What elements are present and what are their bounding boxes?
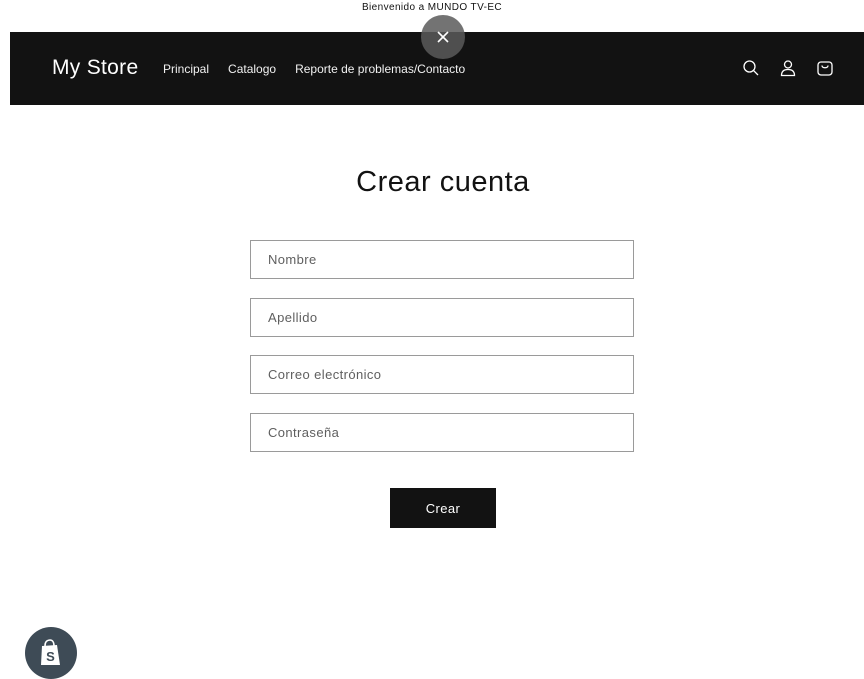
account-icon[interactable] xyxy=(778,58,798,78)
password-field[interactable] xyxy=(250,413,634,452)
cart-icon[interactable] xyxy=(815,58,835,78)
password-input[interactable] xyxy=(251,414,633,451)
shopify-badge[interactable]: S xyxy=(25,627,77,679)
announcement-text: Bienvenido a MUNDO TV-EC xyxy=(361,2,503,13)
first-name-field[interactable] xyxy=(250,240,634,279)
first-name-input[interactable] xyxy=(251,241,633,278)
page-title: Crear cuenta xyxy=(356,166,530,198)
store-logo[interactable]: My Store xyxy=(52,56,138,80)
last-name-input[interactable] xyxy=(251,299,633,336)
email-input[interactable] xyxy=(251,356,633,393)
close-icon xyxy=(437,31,449,43)
nav-item-catalogo[interactable]: Catalogo xyxy=(228,62,276,76)
search-icon[interactable] xyxy=(741,58,761,78)
close-button[interactable] xyxy=(421,15,465,59)
header-icons xyxy=(741,58,835,78)
create-account-button[interactable]: Crear xyxy=(390,488,496,528)
last-name-field[interactable] xyxy=(250,298,634,337)
shopify-icon: S xyxy=(41,639,60,665)
main-nav: Principal Catalogo Reporte de problemas/… xyxy=(163,62,484,76)
email-field[interactable] xyxy=(250,355,634,394)
nav-item-principal[interactable]: Principal xyxy=(163,62,209,76)
nav-item-contacto[interactable]: Reporte de problemas/Contacto xyxy=(295,62,465,76)
svg-text:S: S xyxy=(46,649,55,664)
